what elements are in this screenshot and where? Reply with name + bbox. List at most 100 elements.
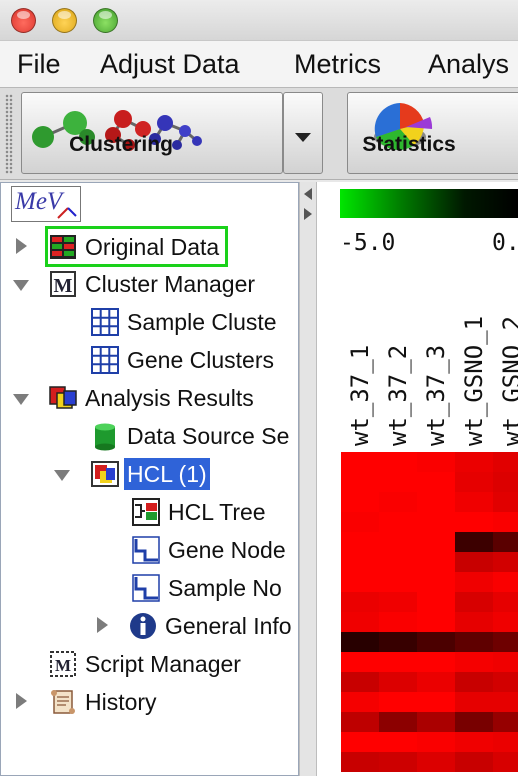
- expand-general-info-toggle[interactable]: [97, 617, 108, 633]
- heatmap-cell[interactable]: [455, 752, 493, 772]
- expand-right-icon[interactable]: [304, 208, 312, 220]
- heatmap-cell[interactable]: [341, 552, 379, 572]
- collapse-hcl-toggle[interactable]: [54, 470, 70, 481]
- heatmap-cell[interactable]: [341, 712, 379, 732]
- heatmap-cell[interactable]: [455, 572, 493, 592]
- clustering-button[interactable]: Clustering: [21, 92, 283, 174]
- heatmap-cell[interactable]: [493, 452, 518, 472]
- heatmap-cell[interactable]: [417, 652, 455, 672]
- close-window-button[interactable]: [11, 8, 36, 33]
- heatmap-cell[interactable]: [379, 692, 417, 712]
- tree-item-original-data[interactable]: Original Data: [44, 226, 229, 267]
- panel-splitter[interactable]: [299, 182, 317, 776]
- heatmap-grid[interactable]: [341, 452, 518, 776]
- heatmap-cell[interactable]: [379, 592, 417, 612]
- heatmap-cell[interactable]: [417, 632, 455, 652]
- collapse-analysis-results-toggle[interactable]: [13, 394, 29, 405]
- heatmap-cell[interactable]: [455, 692, 493, 712]
- zoom-window-button[interactable]: [93, 8, 118, 33]
- heatmap-cell[interactable]: [341, 652, 379, 672]
- heatmap-cell[interactable]: [455, 512, 493, 532]
- minimize-window-button[interactable]: [52, 8, 77, 33]
- tree-item-script-manager[interactable]: M Script Manager: [48, 646, 244, 682]
- heatmap-cell[interactable]: [493, 752, 518, 772]
- heatmap-cell[interactable]: [379, 532, 417, 552]
- heatmap-cell[interactable]: [493, 472, 518, 492]
- heatmap-cell[interactable]: [493, 632, 518, 652]
- heatmap-cell[interactable]: [379, 732, 417, 752]
- heatmap-cell[interactable]: [341, 452, 379, 472]
- tree-item-sample-nodes[interactable]: Sample No: [131, 570, 285, 606]
- tree-item-analysis-results[interactable]: Analysis Results: [48, 380, 257, 416]
- heatmap-cell[interactable]: [493, 712, 518, 732]
- menu-metrics[interactable]: Metrics: [294, 49, 381, 80]
- heatmap-cell[interactable]: [341, 692, 379, 712]
- heatmap-cell[interactable]: [417, 552, 455, 572]
- heatmap-cell[interactable]: [417, 512, 455, 532]
- tree-item-general-info[interactable]: General Info: [128, 608, 295, 644]
- heatmap-cell[interactable]: [379, 752, 417, 772]
- heatmap-cell[interactable]: [493, 652, 518, 672]
- heatmap-cell[interactable]: [455, 732, 493, 752]
- heatmap-cell[interactable]: [417, 452, 455, 472]
- heatmap-cell[interactable]: [341, 752, 379, 772]
- heatmap-cell[interactable]: [379, 712, 417, 732]
- heatmap-cell[interactable]: [455, 472, 493, 492]
- heatmap-cell[interactable]: [379, 632, 417, 652]
- toolbar-dropdown-button[interactable]: [283, 92, 323, 174]
- heatmap-cell[interactable]: [455, 612, 493, 632]
- heatmap-cell[interactable]: [379, 452, 417, 472]
- heatmap-cell[interactable]: [341, 492, 379, 512]
- heatmap-cell[interactable]: [341, 672, 379, 692]
- heatmap-cell[interactable]: [493, 532, 518, 552]
- heatmap-cell[interactable]: [417, 752, 455, 772]
- heatmap-cell[interactable]: [379, 572, 417, 592]
- heatmap-cell[interactable]: [417, 712, 455, 732]
- tree-item-hcl[interactable]: HCL (1): [90, 456, 210, 492]
- expand-history-toggle[interactable]: [16, 693, 27, 709]
- menu-analysis[interactable]: Analys: [428, 49, 509, 80]
- heatmap-cell[interactable]: [341, 632, 379, 652]
- statistics-button[interactable]: Statistics: [347, 92, 518, 174]
- heatmap-cell[interactable]: [341, 572, 379, 592]
- heatmap-cell[interactable]: [417, 732, 455, 752]
- tree-item-gene-clusters[interactable]: Gene Clusters: [90, 342, 277, 378]
- heatmap-cell[interactable]: [455, 492, 493, 512]
- heatmap-cell[interactable]: [417, 692, 455, 712]
- heatmap-cell[interactable]: [417, 612, 455, 632]
- heatmap-cell[interactable]: [455, 452, 493, 472]
- tree-item-sample-clusters[interactable]: Sample Cluste: [90, 304, 280, 340]
- heatmap-cell[interactable]: [493, 572, 518, 592]
- heatmap-cell[interactable]: [417, 672, 455, 692]
- menu-adjust-data[interactable]: Adjust Data: [100, 49, 240, 80]
- expand-original-data-toggle[interactable]: [16, 238, 27, 254]
- collapse-cluster-manager-toggle[interactable]: [13, 280, 29, 291]
- heatmap-cell[interactable]: [417, 592, 455, 612]
- heatmap-cell[interactable]: [379, 552, 417, 572]
- heatmap-cell[interactable]: [493, 612, 518, 632]
- heatmap-cell[interactable]: [493, 492, 518, 512]
- tree-item-gene-nodes[interactable]: Gene Node: [131, 532, 289, 568]
- collapse-left-icon[interactable]: [304, 188, 312, 200]
- heatmap-cell[interactable]: [455, 552, 493, 572]
- heatmap-cell[interactable]: [455, 652, 493, 672]
- heatmap-cell[interactable]: [493, 692, 518, 712]
- heatmap-cell[interactable]: [379, 472, 417, 492]
- heatmap-cell[interactable]: [417, 472, 455, 492]
- heatmap-cell[interactable]: [341, 472, 379, 492]
- toolbar-grip[interactable]: [5, 94, 13, 174]
- heatmap-cell[interactable]: [417, 572, 455, 592]
- heatmap-cell[interactable]: [455, 532, 493, 552]
- heatmap-cell[interactable]: [379, 652, 417, 672]
- heatmap-cell[interactable]: [379, 672, 417, 692]
- heatmap-cell[interactable]: [341, 732, 379, 752]
- tree-item-cluster-manager[interactable]: M Cluster Manager: [48, 266, 258, 302]
- menu-file[interactable]: File: [17, 49, 61, 80]
- heatmap-cell[interactable]: [455, 712, 493, 732]
- heatmap-cell[interactable]: [341, 612, 379, 632]
- heatmap-cell[interactable]: [341, 512, 379, 532]
- heatmap-cell[interactable]: [493, 672, 518, 692]
- heatmap-cell[interactable]: [493, 512, 518, 532]
- heatmap-cell[interactable]: [379, 512, 417, 532]
- heatmap-cell[interactable]: [455, 672, 493, 692]
